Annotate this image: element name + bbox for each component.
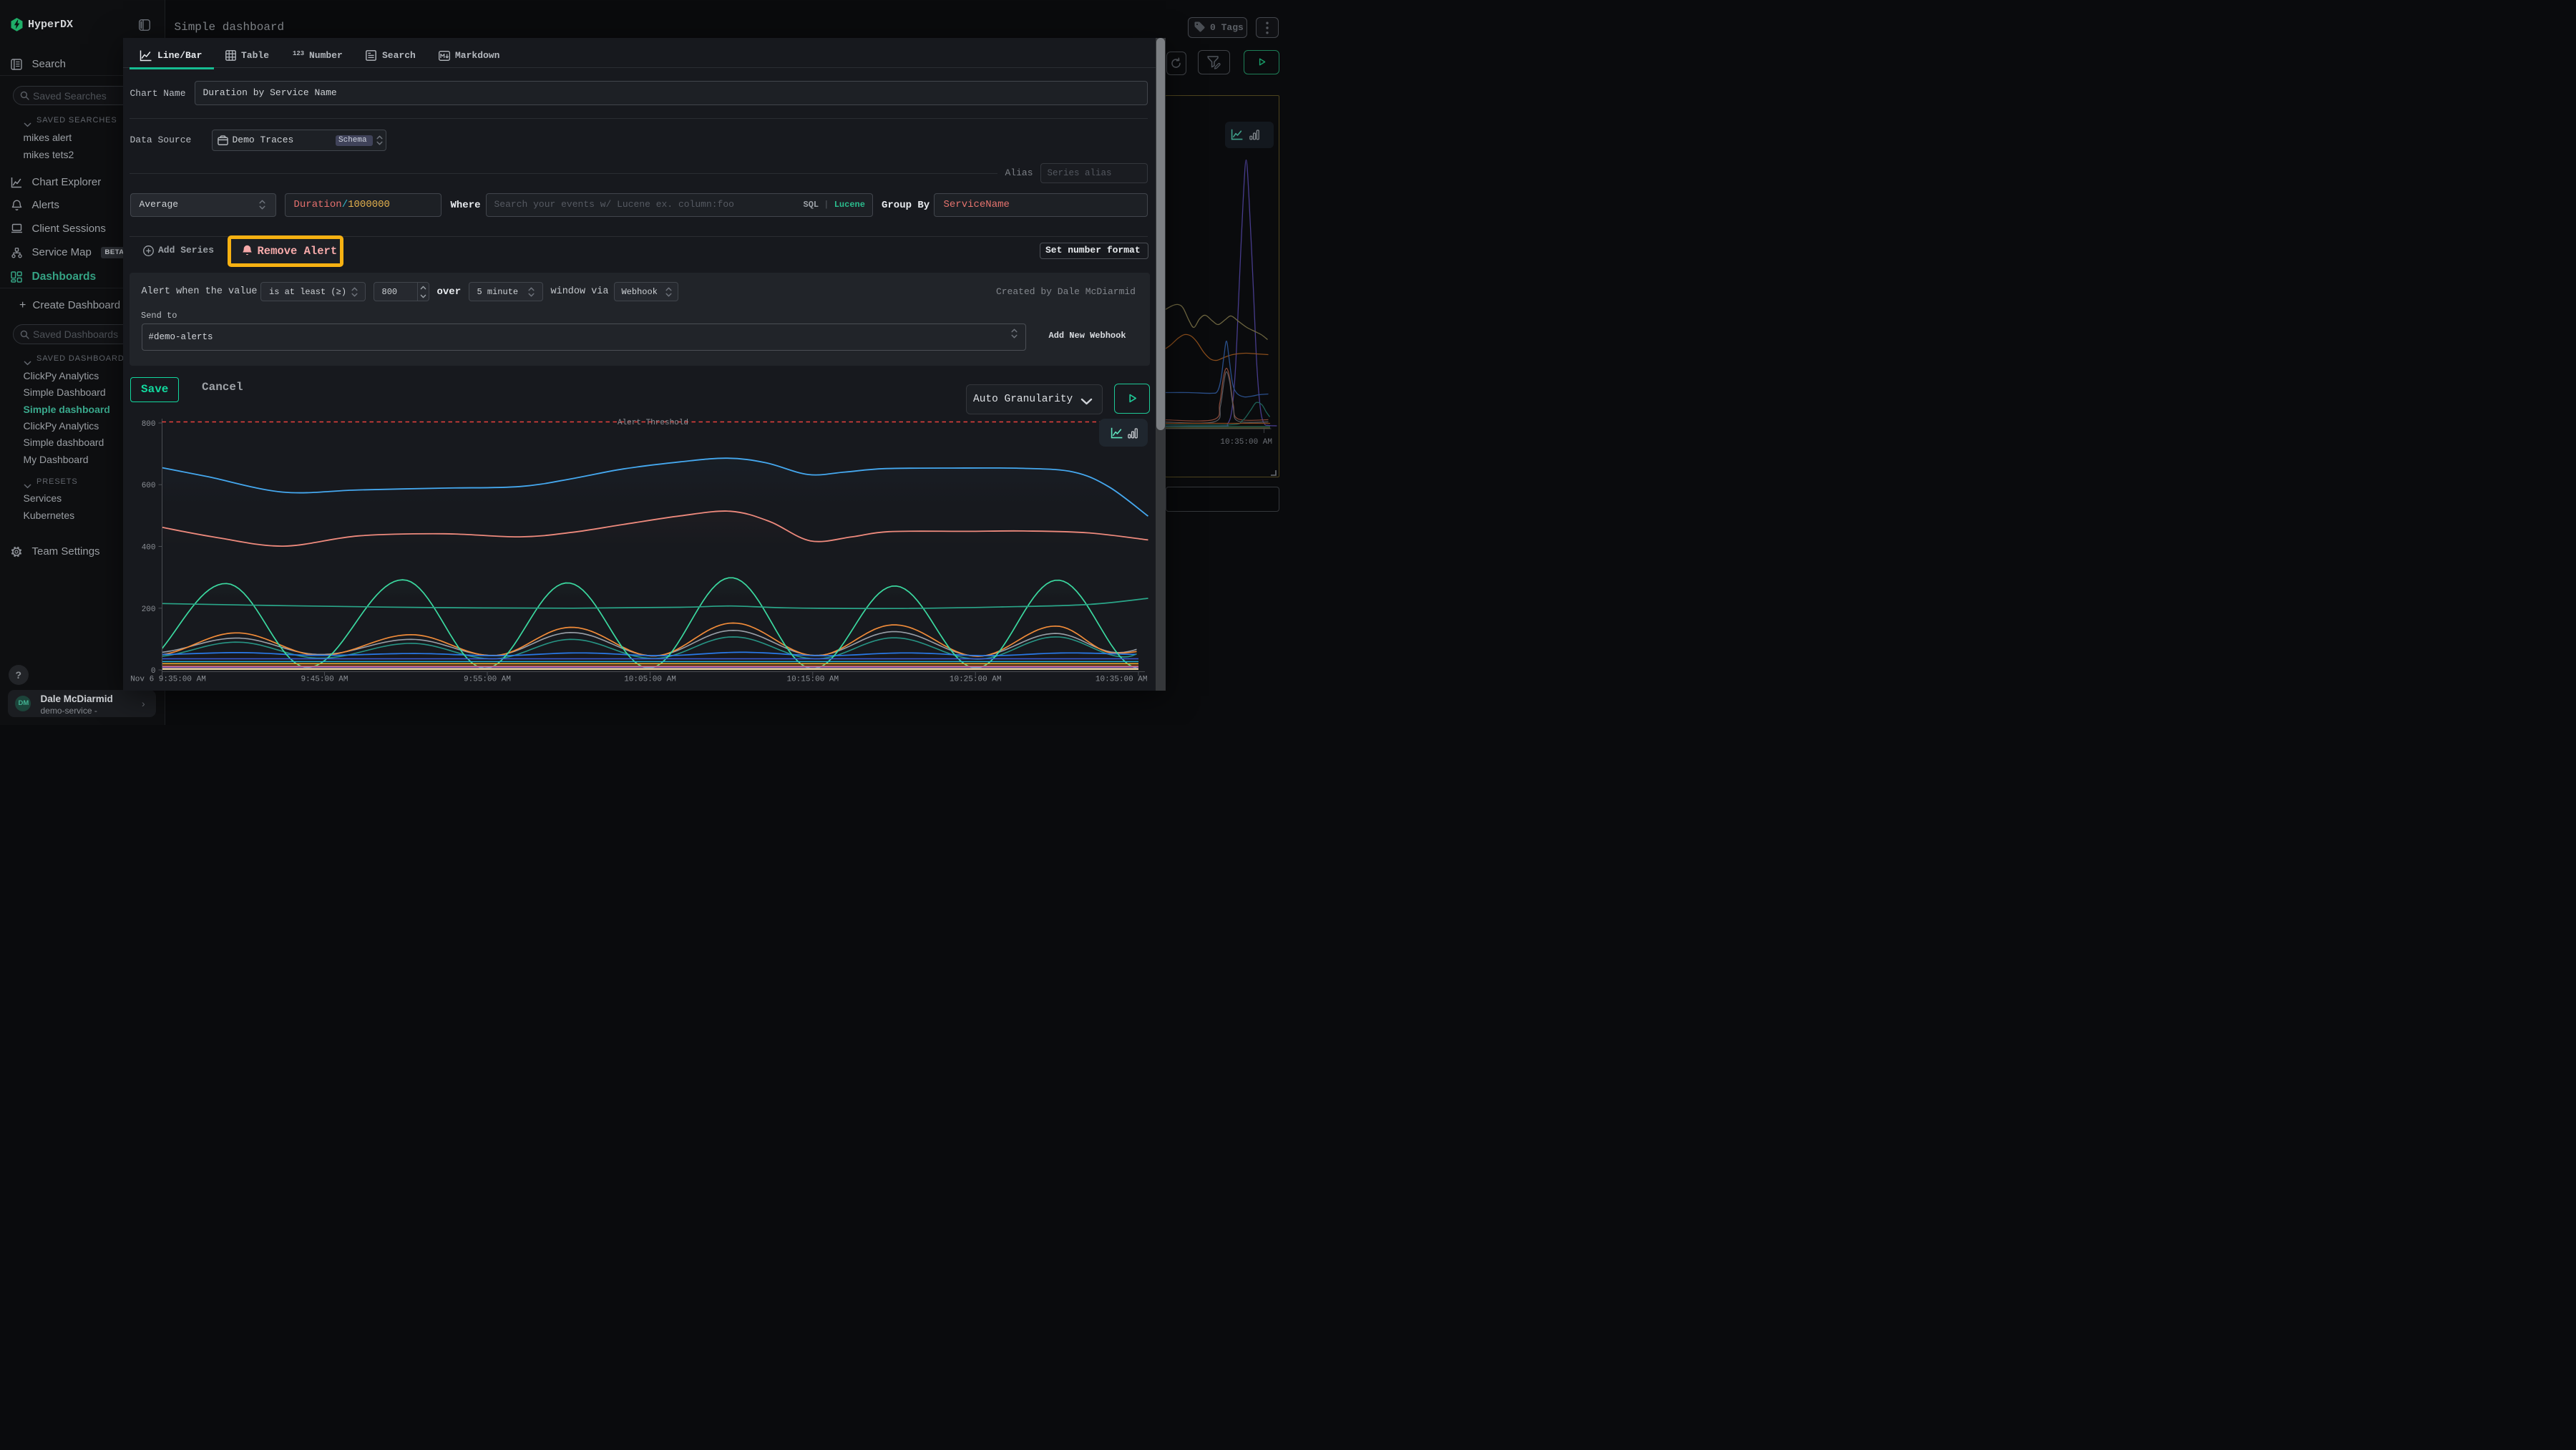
svg-text:9:55:00 AM: 9:55:00 AM [463,676,510,684]
svg-text:10:25:00 AM: 10:25:00 AM [949,676,1001,684]
svg-text:10:05:00 AM: 10:05:00 AM [624,676,676,684]
svg-text:Nov 6 9:35:00 AM: Nov 6 9:35:00 AM [130,676,206,684]
svg-text:600: 600 [141,482,155,490]
svg-text:9:45:00 AM: 9:45:00 AM [301,676,348,684]
svg-text:200: 200 [141,605,155,614]
svg-text:400: 400 [141,544,155,553]
svg-text:10:35:00 AM: 10:35:00 AM [1095,676,1147,684]
svg-text:0: 0 [150,667,155,676]
svg-text:800: 800 [141,420,155,429]
svg-text:Alert Threshold: Alert Threshold [617,419,688,427]
svg-text:10:15:00 AM: 10:15:00 AM [786,676,839,684]
